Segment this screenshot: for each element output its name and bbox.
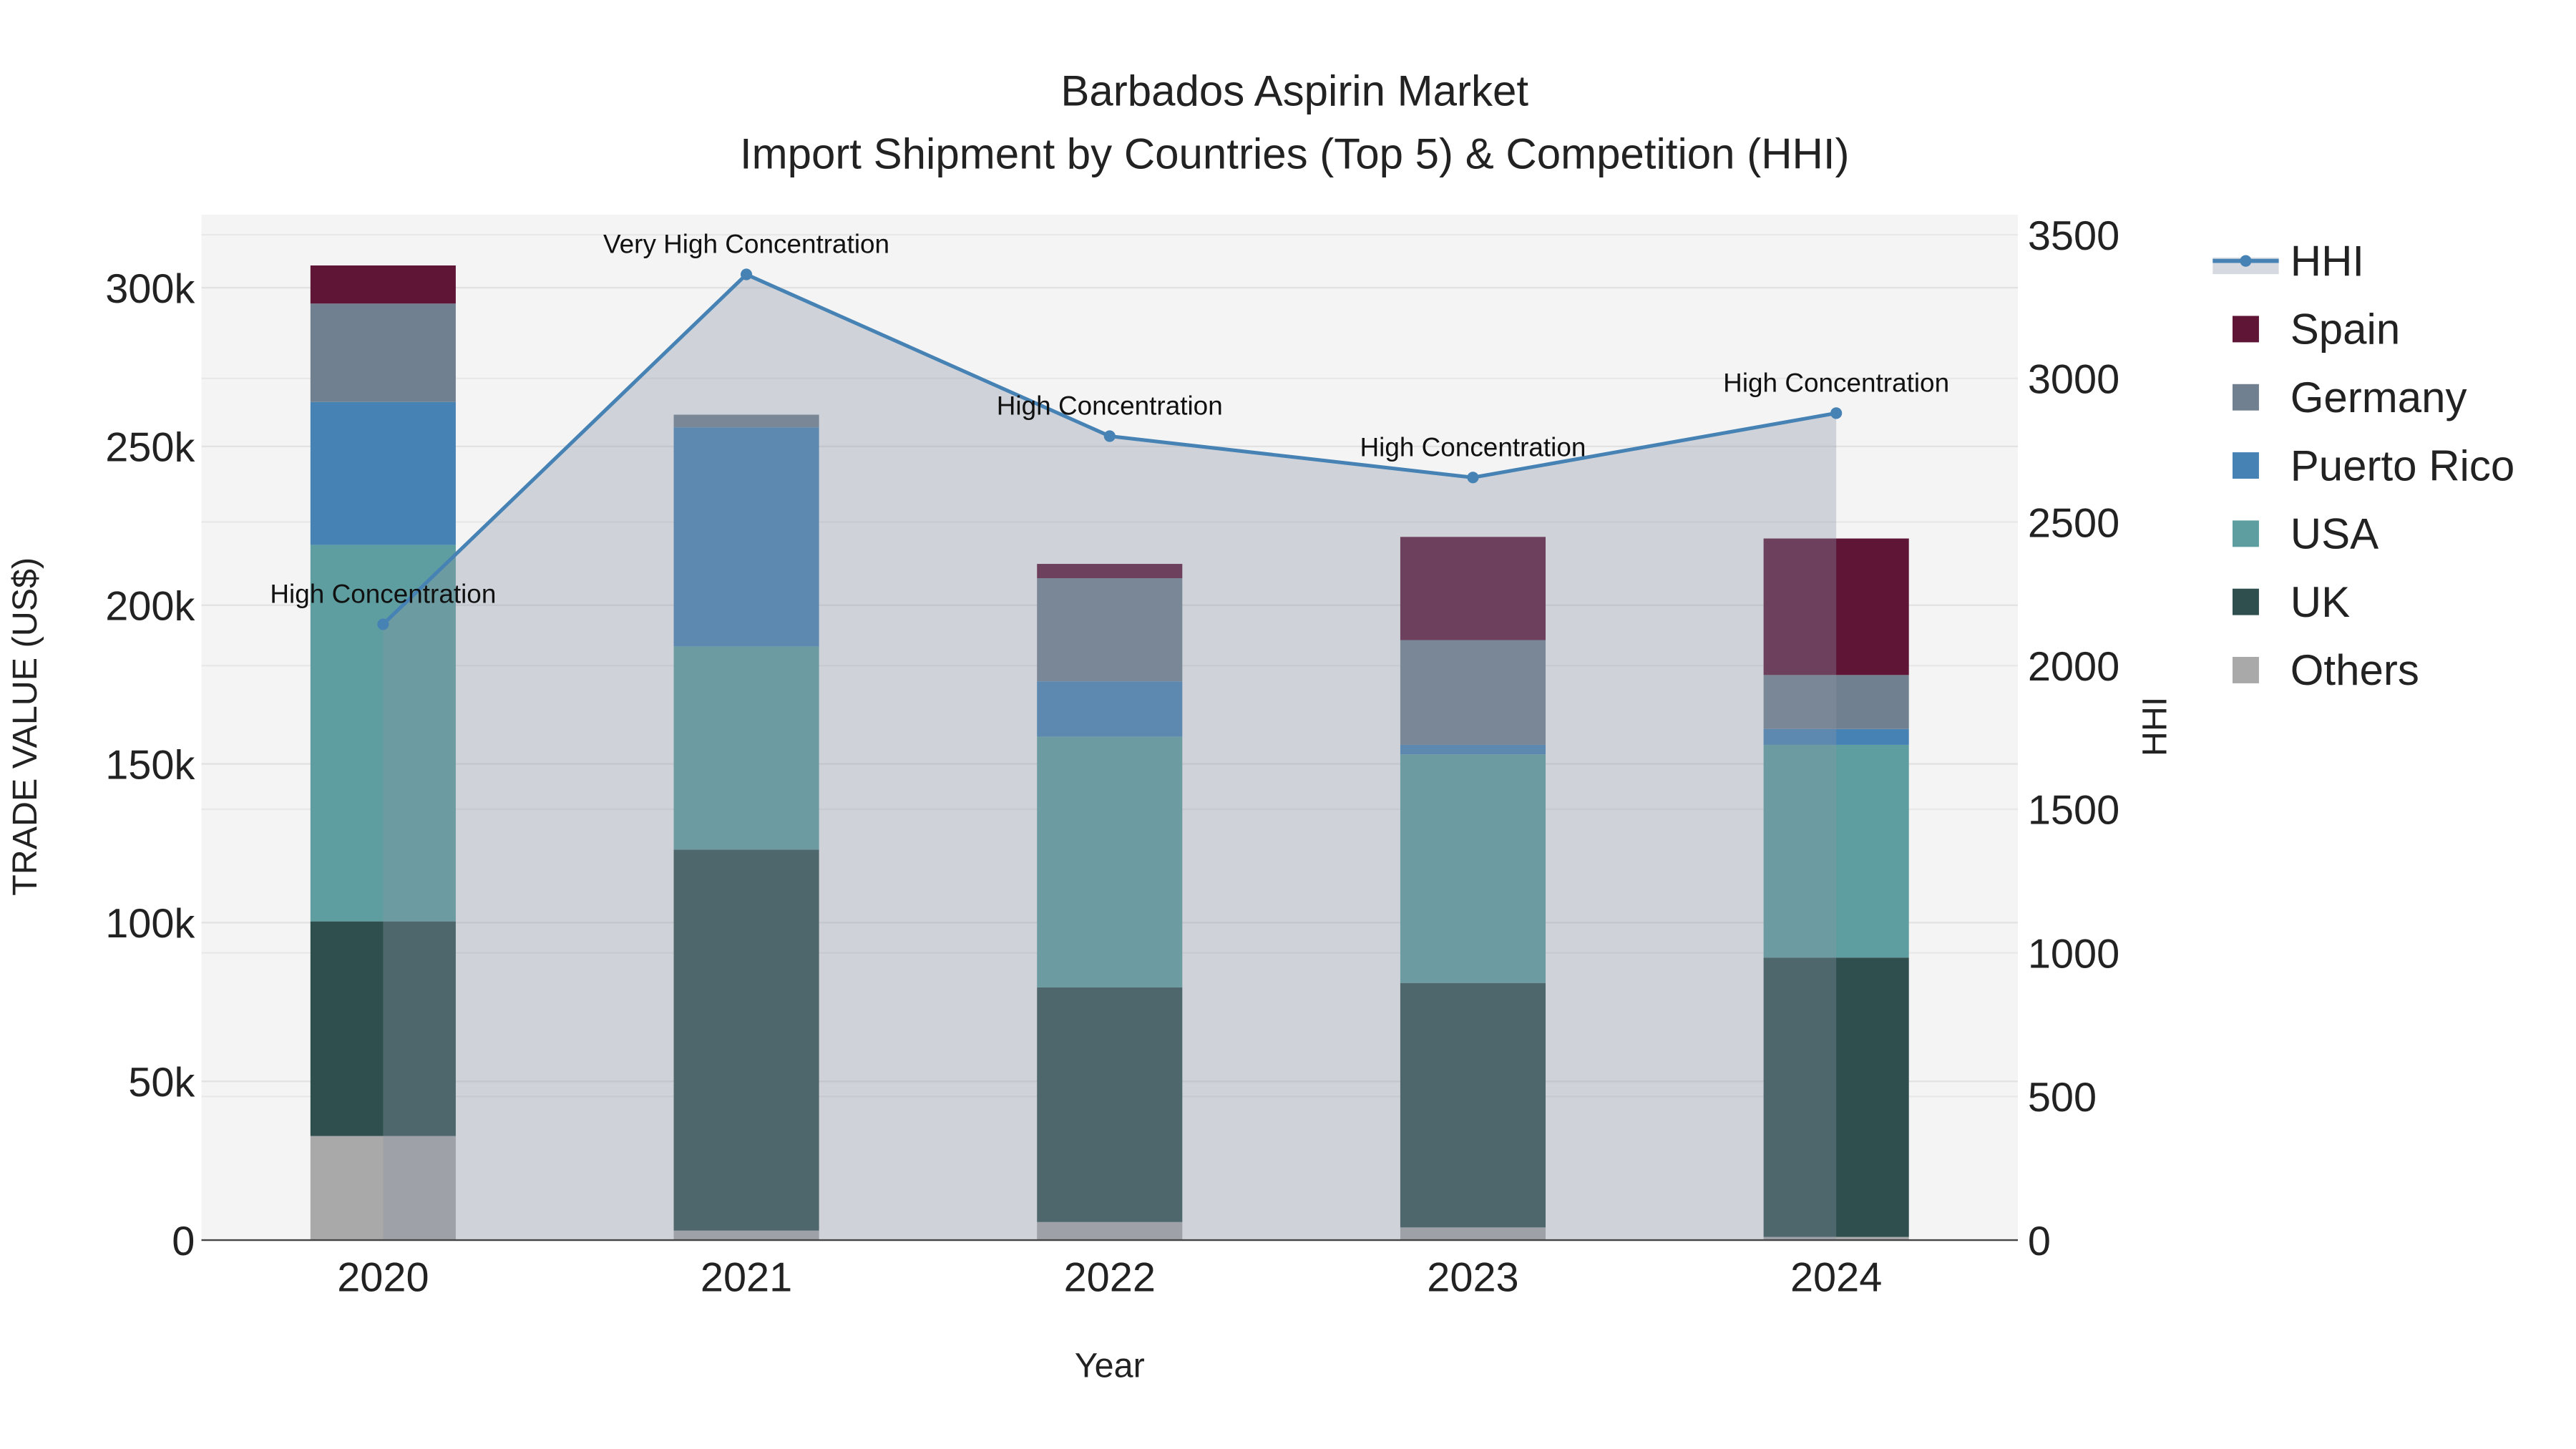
hhi-annotation-2020: High Concentration [270, 579, 496, 608]
legend-label-puerto-rico: Puerto Rico [2290, 441, 2514, 489]
hhi-point-2021 [741, 268, 753, 280]
y-tick-label: 200k [105, 583, 195, 629]
y-tick-label: 0 [172, 1219, 195, 1264]
legend-label-usa: USA [2290, 510, 2379, 558]
y-tick-label: 100k [105, 901, 195, 947]
legend-swatch-usa [2233, 520, 2259, 547]
y2-tick-label: 1500 [2028, 788, 2119, 834]
legend-swatch-spain [2233, 316, 2259, 343]
x-tick-label: 2022 [1064, 1255, 1156, 1301]
y2-tick-label: 3500 [2028, 213, 2119, 259]
x-axis-title: Year [1075, 1347, 1145, 1385]
x-tick-label: 2021 [701, 1255, 792, 1301]
y-tick-label: 250k [105, 425, 195, 471]
y2-tick-label: 0 [2028, 1219, 2051, 1264]
legend-hhi-marker [2240, 255, 2252, 267]
hhi-point-2024 [1830, 407, 1843, 419]
chart: High Concentration Very High Concentratio… [6, 67, 2514, 1385]
x-tick-label: 2020 [337, 1255, 429, 1301]
legend-label-spain: Spain [2290, 306, 2400, 353]
chart-subtitle: Import Shipment by Countries (Top 5) & C… [740, 130, 1850, 177]
legend-label-others: Others [2290, 646, 2419, 694]
bar-spain-2020 [310, 265, 456, 304]
y-tick-label: 50k [128, 1060, 195, 1106]
legend-swatch-puerto-rico [2233, 452, 2259, 479]
hhi-annotation-2021: Very High Concentration [603, 229, 889, 258]
legend-label-uk: UK [2290, 578, 2350, 626]
hhi-annotation-2023: High Concentration [1360, 432, 1586, 462]
y2-tick-label: 500 [2028, 1075, 2097, 1121]
chart-title: Barbados Aspirin Market [1060, 67, 1528, 115]
legend-swatch-others [2233, 657, 2259, 683]
x-tick-label: 2023 [1427, 1255, 1518, 1301]
y2-tick-label: 2500 [2028, 500, 2119, 546]
hhi-point-2020 [377, 618, 389, 630]
bar-puerto-rico-2020 [310, 401, 456, 545]
hhi-annotation-2022: High Concentration [997, 391, 1223, 420]
bar-germany-2020 [310, 303, 456, 402]
y2-tick-label: 1000 [2028, 931, 2119, 977]
hhi-point-2023 [1467, 472, 1479, 484]
hhi-point-2022 [1103, 430, 1116, 442]
y2-tick-label: 2000 [2028, 644, 2119, 690]
y2-axis-title: HHI [2136, 697, 2175, 756]
legend-swatch-germany [2233, 384, 2259, 411]
hhi-annotation-2024: High Concentration [1723, 368, 1949, 397]
legend-label-germany: Germany [2290, 374, 2467, 421]
y-axis-title: TRADE VALUE (US$) [6, 557, 44, 896]
y-tick-label: 300k [105, 266, 195, 312]
y-tick-label: 150k [105, 742, 195, 788]
legend: HHI Spain Germany Puerto Rico USA UK Others [2212, 237, 2514, 694]
legend-label-hhi: HHI [2290, 237, 2364, 285]
legend-swatch-uk [2233, 588, 2259, 615]
y2-tick-label: 3000 [2028, 357, 2119, 403]
x-tick-label: 2024 [1790, 1255, 1882, 1301]
